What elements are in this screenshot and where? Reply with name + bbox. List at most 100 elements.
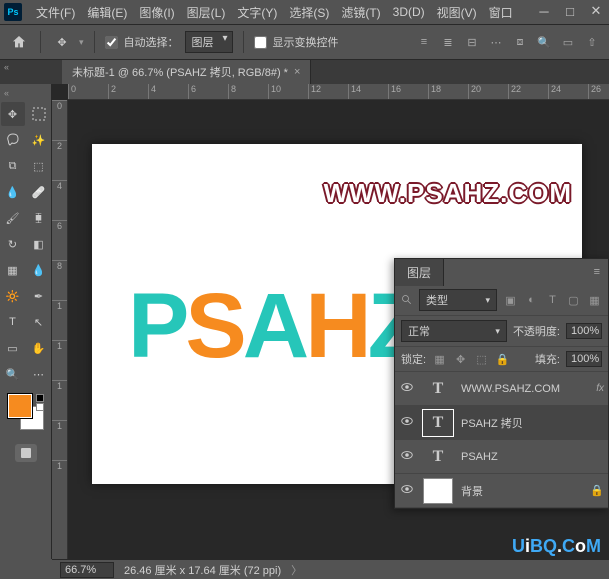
auto-select-target-dropdown[interactable]: 图层 bbox=[185, 31, 233, 53]
move-tool-icon[interactable]: ✥ bbox=[51, 31, 73, 53]
layer-row[interactable]: T PSAHZ bbox=[395, 440, 608, 474]
search-icon bbox=[401, 294, 413, 306]
window-minimize-icon[interactable]: ─ bbox=[531, 0, 557, 22]
layer-thumbnail bbox=[423, 478, 453, 504]
default-colors-icon[interactable] bbox=[36, 394, 44, 411]
lock-artboard-icon[interactable]: ⬚ bbox=[474, 352, 489, 367]
menu-text[interactable]: 文字(Y) bbox=[231, 4, 283, 21]
layers-panel-tab[interactable]: 图层 bbox=[395, 259, 444, 286]
filter-smart-icon[interactable]: ▦ bbox=[587, 293, 602, 308]
shape-tool[interactable]: ▭ bbox=[1, 336, 25, 360]
show-transform-label: 显示变换控件 bbox=[273, 34, 339, 50]
options-icon[interactable]: ⋯ bbox=[487, 33, 505, 51]
layer-row[interactable]: T WWW.PSAHZ.COM fx bbox=[395, 372, 608, 406]
3d-mode-icon[interactable]: ⧈ bbox=[511, 33, 529, 51]
menu-window[interactable]: 窗口 bbox=[483, 4, 519, 21]
document-tab[interactable]: 未标题-1 @ 66.7% (PSAHZ 拷贝, RGB/8#) * × bbox=[62, 59, 311, 84]
path-selection-tool[interactable]: ↖ bbox=[27, 310, 51, 334]
zoom-level[interactable]: 66.7% bbox=[60, 562, 114, 578]
filter-text-icon[interactable]: T bbox=[545, 293, 560, 308]
layer-row[interactable]: 背景 🔒 bbox=[395, 474, 608, 508]
align-icon[interactable]: ⊟ bbox=[463, 33, 481, 51]
align-icon[interactable]: ≣ bbox=[439, 33, 457, 51]
lock-pixels-icon[interactable]: ▦ bbox=[432, 352, 447, 367]
dodge-tool[interactable]: 🔆 bbox=[1, 284, 25, 308]
menu-layer[interactable]: 图层(L) bbox=[181, 4, 232, 21]
menu-select[interactable]: 选择(S) bbox=[283, 4, 335, 21]
panel-menu-icon[interactable]: ≡ bbox=[586, 266, 608, 278]
brush-tool[interactable]: 🖌 bbox=[1, 206, 25, 230]
options-bar: ✥ ▾ 自动选择： 图层 显示变换控件 ≡ ≣ ⊟ ⋯ ⧈ 🔍 ▭ ⇧ bbox=[0, 24, 609, 60]
toolbox: « ✥ ✨ ⧉ ⬚ 💧 🩹 🖌 ⧯ ↻ ◧ ▦ 💧 🔆 ✒ T ↖ ▭ ✋ 🔍 … bbox=[0, 84, 52, 559]
color-swatches[interactable] bbox=[8, 394, 44, 430]
layer-thumbnail: T bbox=[423, 444, 453, 470]
layer-row[interactable]: T PSAHZ 拷贝 bbox=[395, 406, 608, 440]
magic-wand-tool[interactable]: ✨ bbox=[27, 128, 51, 152]
text-tool[interactable]: T bbox=[1, 310, 25, 334]
filter-pixel-icon[interactable]: ▣ bbox=[503, 293, 518, 308]
eyedropper-tool[interactable]: 💧 bbox=[1, 180, 25, 204]
layers-panel: 图层 ≡ 类型 ▣ ◐ T ▢ ▦ 正常 不透明度: 100% 锁定: ▦ ✥ … bbox=[394, 258, 609, 509]
foreground-color[interactable] bbox=[8, 394, 32, 418]
ruler-vertical: 0246811111 bbox=[52, 100, 68, 559]
visibility-icon[interactable] bbox=[399, 414, 415, 431]
visibility-icon[interactable] bbox=[399, 482, 415, 499]
zoom-tool[interactable]: 🔍 bbox=[1, 362, 25, 386]
workspace-icon[interactable]: ▭ bbox=[559, 33, 577, 51]
home-icon[interactable] bbox=[8, 31, 30, 53]
search-icon[interactable]: 🔍 bbox=[535, 33, 553, 51]
layer-name: PSAHZ bbox=[461, 451, 604, 463]
fill-value[interactable]: 100% bbox=[566, 351, 602, 367]
fx-badge[interactable]: fx bbox=[596, 383, 604, 394]
visibility-icon[interactable] bbox=[399, 448, 415, 465]
move-tool[interactable]: ✥ bbox=[1, 102, 25, 126]
close-tab-icon[interactable]: × bbox=[294, 66, 300, 78]
canvas-main-text: PSAHZ bbox=[128, 274, 420, 379]
window-controls: ─ □ ✕ bbox=[531, 0, 609, 22]
hand-tool[interactable]: ✋ bbox=[27, 336, 51, 360]
marquee-tool[interactable] bbox=[27, 102, 51, 126]
lock-position-icon[interactable]: ✥ bbox=[453, 352, 468, 367]
gradient-tool[interactable]: ▦ bbox=[1, 258, 25, 282]
layer-filter-dropdown[interactable]: 类型 bbox=[419, 289, 497, 311]
status-bar: 66.7% 26.46 厘米 x 17.64 厘米 (72 ppi) 〉 bbox=[52, 559, 609, 579]
menu-edit[interactable]: 编辑(E) bbox=[81, 4, 133, 21]
eraser-tool[interactable]: ◧ bbox=[27, 232, 51, 256]
filter-shape-icon[interactable]: ▢ bbox=[566, 293, 581, 308]
healing-brush-tool[interactable]: 🩹 bbox=[27, 180, 51, 204]
window-close-icon[interactable]: ✕ bbox=[583, 0, 609, 22]
collapse-toolbox-icon[interactable]: « bbox=[0, 88, 9, 98]
opacity-value[interactable]: 100% bbox=[566, 323, 602, 339]
share-icon[interactable]: ⇧ bbox=[583, 33, 601, 51]
document-dimensions: 26.46 厘米 x 17.64 厘米 (72 ppi) bbox=[124, 562, 281, 578]
crop-tool[interactable]: ⧉ bbox=[1, 154, 25, 178]
layer-thumbnail: T bbox=[423, 410, 453, 436]
quick-mask-icon[interactable] bbox=[15, 444, 37, 462]
lock-all-icon[interactable]: 🔒 bbox=[495, 352, 510, 367]
blend-mode-dropdown[interactable]: 正常 bbox=[401, 320, 507, 342]
menu-file[interactable]: 文件(F) bbox=[30, 4, 81, 21]
window-maximize-icon[interactable]: □ bbox=[557, 0, 583, 22]
watermark: UiBQ.CoM bbox=[512, 536, 601, 557]
clone-stamp-tool[interactable]: ⧯ bbox=[27, 206, 51, 230]
visibility-icon[interactable] bbox=[399, 380, 415, 397]
pen-tool[interactable]: ✒ bbox=[27, 284, 51, 308]
app-logo: Ps bbox=[4, 3, 22, 21]
layer-name: 背景 bbox=[461, 483, 582, 499]
menu-image[interactable]: 图像(I) bbox=[133, 4, 180, 21]
align-icon[interactable]: ≡ bbox=[415, 33, 433, 51]
blur-tool[interactable]: 💧 bbox=[27, 258, 51, 282]
auto-select-checkbox[interactable] bbox=[105, 36, 118, 49]
lasso-tool[interactable] bbox=[1, 128, 25, 152]
show-transform-checkbox[interactable] bbox=[254, 36, 267, 49]
slice-tool[interactable]: ⬚ bbox=[27, 154, 51, 178]
filter-adjustment-icon[interactable]: ◐ bbox=[524, 293, 539, 308]
menu-view[interactable]: 视图(V) bbox=[431, 4, 483, 21]
menu-3d[interactable]: 3D(D) bbox=[387, 5, 431, 19]
ruler-horizontal: 02468101214161820222426 bbox=[68, 84, 609, 100]
menu-filter[interactable]: 滤镜(T) bbox=[335, 4, 386, 21]
fill-label: 填充: bbox=[535, 351, 560, 367]
canvas-url-text: WWW.PSAHZ.COM bbox=[324, 178, 572, 209]
edit-toolbar[interactable]: ⋯ bbox=[27, 362, 51, 386]
history-brush-tool[interactable]: ↻ bbox=[1, 232, 25, 256]
